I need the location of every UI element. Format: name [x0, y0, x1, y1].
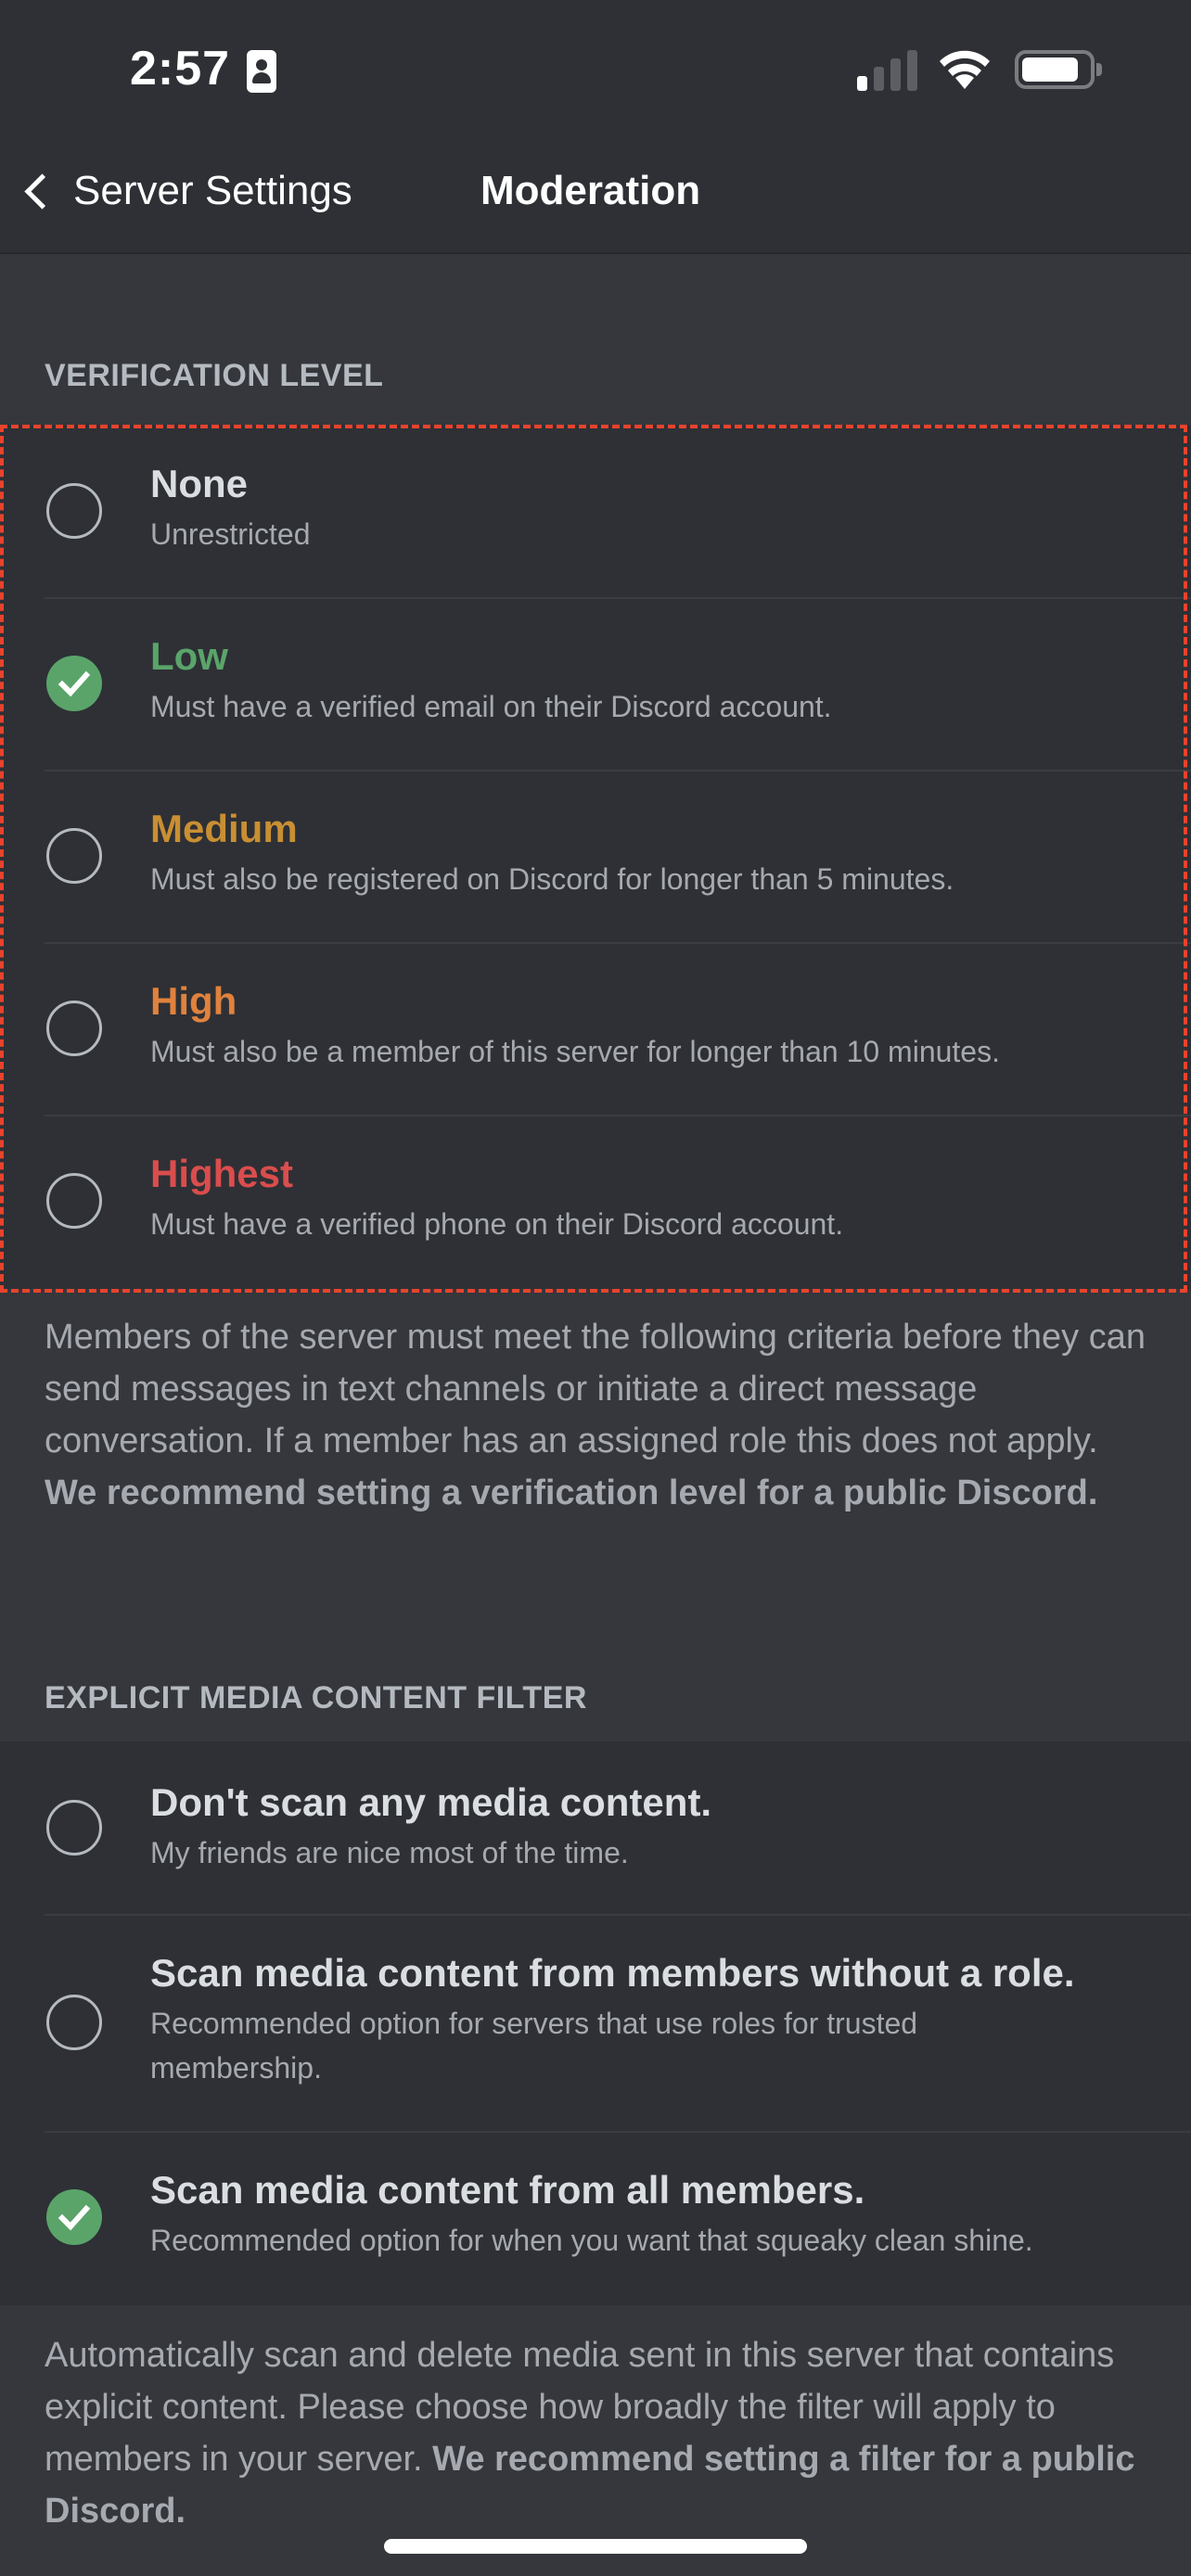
verification-option-high[interactable]: High Must also be a member of this serve… [0, 942, 1191, 1115]
option-title: Medium [150, 807, 298, 850]
radio-checked-icon[interactable] [46, 2189, 102, 2245]
option-subtitle: Must also be a member of this server for… [150, 1035, 1000, 1068]
verification-option-highest[interactable]: Highest Must have a verified phone on th… [0, 1115, 1191, 1289]
back-button[interactable]: Server Settings [19, 163, 352, 219]
option-title: Don't scan any media content. [150, 1780, 712, 1824]
verification-description-text: Members of the server must meet the foll… [45, 1318, 1146, 1460]
option-subtitle: Must have a verified email on their Disc… [150, 690, 832, 723]
checkmark-icon [58, 2204, 91, 2231]
radio-unchecked-icon[interactable] [46, 1995, 102, 2050]
battery-icon [1015, 50, 1095, 89]
radio-unchecked-icon[interactable] [46, 1173, 102, 1229]
radio-unchecked-icon[interactable] [46, 828, 102, 884]
option-subtitle: Recommended option for servers that use … [150, 2007, 918, 2085]
option-subtitle: Must also be registered on Discord for l… [150, 862, 954, 896]
option-subtitle: Recommended option for when you want tha… [150, 2224, 1033, 2257]
status-bar: 2:57 [0, 0, 1191, 139]
option-title: Scan media content from members without … [150, 1951, 1075, 1995]
option-title: Low [150, 634, 228, 678]
verification-option-medium[interactable]: Medium Must also be registered on Discor… [0, 770, 1191, 942]
contact-card-icon [247, 50, 276, 93]
radio-unchecked-icon[interactable] [46, 1800, 102, 1855]
option-subtitle: My friends are nice most of the time. [150, 1836, 629, 1869]
option-title: Highest [150, 1152, 294, 1195]
battery-tip [1096, 63, 1102, 76]
media-option-dont-scan[interactable]: Don't scan any media content. My friends… [0, 1741, 1191, 1914]
radio-unchecked-icon[interactable] [46, 1001, 102, 1056]
section-header-verification: VERIFICATION LEVEL [45, 358, 384, 393]
wifi-icon [940, 50, 990, 89]
section-header-media-filter: EXPLICIT MEDIA CONTENT FILTER [45, 1680, 587, 1715]
checkmark-icon [58, 670, 91, 697]
option-subtitle: Must have a verified phone on their Disc… [150, 1207, 844, 1241]
option-title: Scan media content from all members. [150, 2168, 865, 2212]
media-option-all-members[interactable]: Scan media content from all members. Rec… [0, 2131, 1191, 2305]
nav-bar: Server Settings Moderation [0, 139, 1191, 254]
media-filter-description: Automatically scan and delete media sent… [45, 2329, 1158, 2537]
radio-checked-icon[interactable] [46, 656, 102, 711]
page-title: Moderation [480, 168, 701, 213]
media-option-members-without-role[interactable]: Scan media content from members without … [0, 1914, 1191, 2131]
home-indicator [384, 2539, 807, 2554]
media-filter-group: Don't scan any media content. My friends… [0, 1741, 1191, 2305]
radio-unchecked-icon[interactable] [46, 483, 102, 539]
option-subtitle: Unrestricted [150, 517, 311, 551]
verification-recommendation: We recommend setting a verification leve… [45, 1473, 1098, 1512]
status-time: 2:57 [130, 42, 231, 96]
verification-option-low[interactable]: Low Must have a verified email on their … [0, 597, 1191, 770]
back-label: Server Settings [73, 168, 352, 213]
verification-level-group: None Unrestricted Low Must have a verifi… [0, 425, 1191, 1289]
option-title: None [150, 462, 248, 505]
chevron-left-icon [24, 172, 60, 210]
verification-option-none[interactable]: None Unrestricted [0, 425, 1191, 597]
cellular-signal-icon [857, 50, 922, 91]
verification-description: Members of the server must meet the foll… [45, 1311, 1158, 1519]
option-title: High [150, 979, 237, 1023]
